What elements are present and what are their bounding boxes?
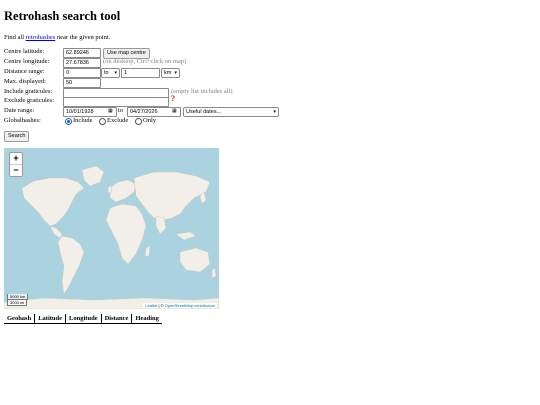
landmass-europe xyxy=(109,179,137,203)
zoom-in-button[interactable]: + xyxy=(10,153,22,164)
results-header-row: Geohash Latitude Longitude Distance Head… xyxy=(4,314,162,324)
landmass-asia xyxy=(133,171,211,221)
help-icon[interactable]: ? xyxy=(171,94,175,103)
distance-unit-select[interactable]: km ▾ xyxy=(161,68,180,78)
landmass-new-zealand xyxy=(211,267,217,279)
landmass-australia xyxy=(179,247,211,273)
page-title: Retrohash search tool xyxy=(4,9,121,23)
landmass-uk xyxy=(107,184,113,194)
max-displayed-label: Max. displayed: xyxy=(4,78,46,85)
centre-longitude-input[interactable] xyxy=(63,58,101,68)
column-header-heading[interactable]: Heading xyxy=(131,314,162,324)
globalhashes-exclude-label: Exclude xyxy=(107,117,129,124)
centre-latitude-label: Centre latitude: xyxy=(4,48,45,55)
chevron-down-icon: ▾ xyxy=(114,70,117,76)
centre-longitude-label: Centre longitude: xyxy=(4,58,50,65)
exclude-graticules-label: Exclude graticules: xyxy=(4,97,54,104)
column-header-geohash[interactable]: Geohash xyxy=(4,314,35,324)
landmass-indonesia xyxy=(175,231,197,241)
landmass-south-america xyxy=(57,235,85,295)
useful-dates-select[interactable]: Useful dates... ▾ xyxy=(183,107,279,117)
column-header-latitude[interactable]: Latitude xyxy=(34,314,66,324)
results-table: Geohash Latitude Longitude Distance Head… xyxy=(4,314,162,324)
centre-latitude-input[interactable] xyxy=(63,48,101,58)
globalhashes-only-radio[interactable] xyxy=(135,118,142,125)
retrohashes-link[interactable]: retrohashes xyxy=(26,34,56,41)
centre-longitude-hint: (on desktop, Ctrl+click on map) xyxy=(103,58,187,65)
column-header-longitude[interactable]: Longitude xyxy=(65,314,102,324)
intro-text: Find all retrohashes near the given poin… xyxy=(4,34,111,41)
max-displayed-input[interactable] xyxy=(63,78,101,88)
search-button[interactable]: Search xyxy=(4,131,30,142)
include-graticules-hint: (empty list includes all) xyxy=(171,88,233,95)
globalhashes-include-radio[interactable] xyxy=(65,118,72,125)
landmass-central-america xyxy=(49,225,63,239)
distance-operator-select[interactable]: to ▾ xyxy=(101,68,120,78)
leaflet-link[interactable]: Leaflet xyxy=(145,303,157,308)
globalhashes-exclude-radio[interactable] xyxy=(99,118,106,125)
distance-from-input[interactable] xyxy=(63,68,101,78)
map[interactable]: + − 5000 km 3000 mi Leaflet | © OpenStre… xyxy=(4,148,219,309)
date-to-label: to xyxy=(118,107,124,114)
calendar-icon[interactable]: ▦ xyxy=(172,108,177,114)
globalhashes-include-label: Include xyxy=(73,117,93,124)
zoom-out-button[interactable]: − xyxy=(10,164,22,176)
globalhashes-only-label: Only xyxy=(143,117,156,124)
distance-to-input[interactable] xyxy=(121,68,160,78)
landmass-madagascar xyxy=(144,245,151,257)
landmass-greenland xyxy=(81,165,105,187)
include-graticules-label: Include graticules: xyxy=(4,88,53,95)
landmass-africa xyxy=(105,203,147,265)
distance-range-label: Distance range: xyxy=(4,68,45,75)
landmass-north-america xyxy=(21,177,85,227)
world-map-tiles xyxy=(4,165,219,309)
chevron-down-icon: ▾ xyxy=(174,70,177,76)
calendar-icon[interactable]: ▦ xyxy=(108,108,113,114)
map-attribution: Leaflet | © OpenStreetMap contributors xyxy=(143,303,217,308)
column-header-distance[interactable]: Distance xyxy=(100,314,132,324)
map-scale-mi: 3000 mi xyxy=(7,300,28,306)
date-range-label: Date range: xyxy=(4,107,35,114)
map-zoom-control: + − xyxy=(9,152,23,177)
globalhashes-label: Globalhashes: xyxy=(4,117,41,124)
exclude-graticules-input[interactable] xyxy=(63,97,169,107)
chevron-down-icon: ▾ xyxy=(273,109,276,115)
osm-link[interactable]: OpenStreetMap contributors xyxy=(165,303,215,308)
